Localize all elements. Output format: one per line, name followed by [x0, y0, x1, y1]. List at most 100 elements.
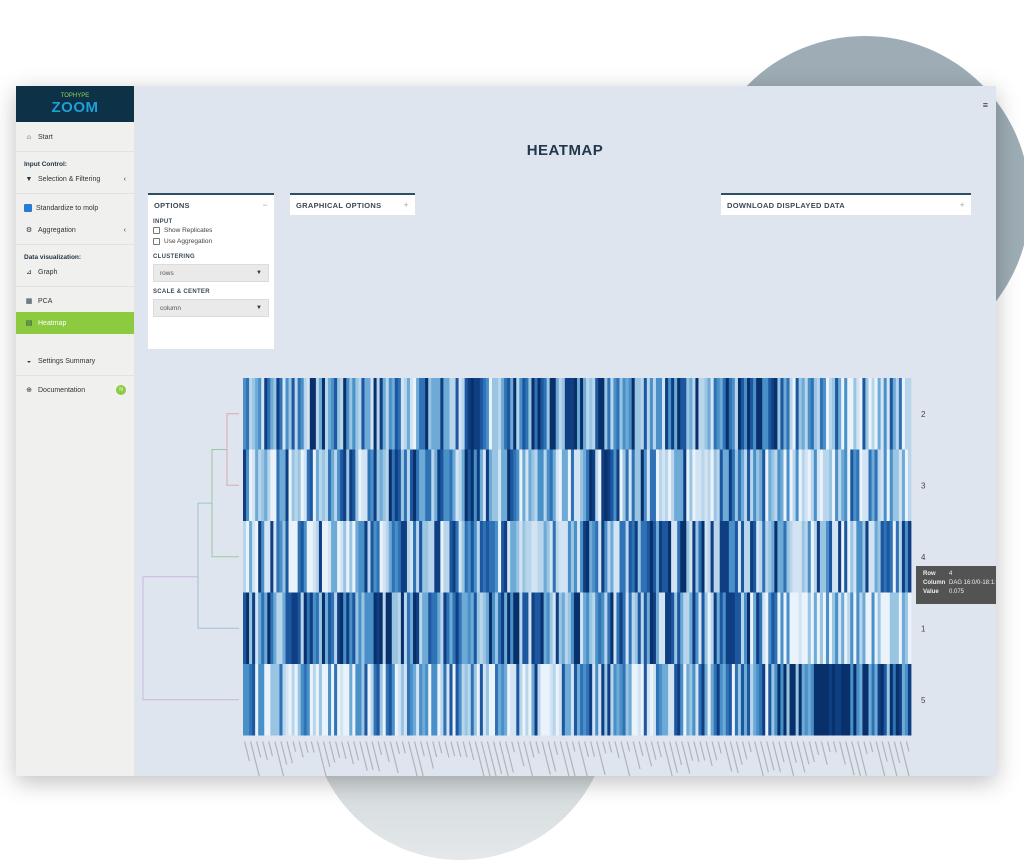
heatmap-cell[interactable]: [373, 521, 377, 593]
heatmap-cell[interactable]: [744, 664, 748, 736]
heatmap-cell[interactable]: [686, 378, 690, 450]
heatmap-cell[interactable]: [695, 378, 699, 450]
heatmap-cell[interactable]: [279, 449, 283, 522]
heatmap-cell[interactable]: [564, 521, 569, 593]
heatmap-cell[interactable]: [328, 449, 332, 522]
heatmap-cell[interactable]: [825, 521, 830, 593]
heatmap-cell[interactable]: [446, 449, 450, 522]
heatmap-cell[interactable]: [270, 592, 274, 665]
heatmap-cell[interactable]: [531, 664, 535, 736]
heatmap-cell[interactable]: [546, 592, 551, 665]
heatmap-cell[interactable]: [397, 378, 402, 450]
heatmap-cell[interactable]: [476, 449, 481, 522]
heatmap-cell[interactable]: [279, 664, 283, 736]
heatmap-cell[interactable]: [816, 664, 821, 736]
heatmap-cell[interactable]: [309, 664, 314, 736]
heatmap-cell[interactable]: [832, 521, 836, 593]
heatmap-cell[interactable]: [829, 449, 833, 522]
heatmap-cell[interactable]: [710, 449, 715, 522]
heatmap-cell[interactable]: [501, 521, 505, 593]
heatmap-cell[interactable]: [303, 664, 308, 736]
heatmap-cell[interactable]: [537, 378, 541, 450]
heatmap-cell[interactable]: [361, 664, 365, 736]
heatmap-cell[interactable]: [349, 521, 353, 593]
heatmap-cell[interactable]: [337, 664, 341, 736]
heatmap-cell[interactable]: [740, 521, 745, 593]
heatmap-cell[interactable]: [340, 664, 344, 736]
heatmap-cell[interactable]: [783, 378, 787, 450]
heatmap-cell[interactable]: [419, 592, 423, 665]
heatmap-cell[interactable]: [853, 449, 857, 522]
heatmap-cell[interactable]: [261, 521, 265, 593]
heatmap-cell[interactable]: [747, 664, 751, 736]
heatmap-cell[interactable]: [567, 449, 572, 522]
heatmap-cell[interactable]: [731, 521, 736, 593]
heatmap-cell[interactable]: [510, 592, 514, 665]
heatmap-cell[interactable]: [252, 449, 256, 522]
heatmap-cell[interactable]: [580, 378, 584, 450]
heatmap-cell[interactable]: [410, 521, 414, 593]
heatmap-cell[interactable]: [622, 449, 626, 522]
heatmap-cell[interactable]: [716, 664, 721, 736]
heatmap-cell[interactable]: [747, 592, 751, 665]
heatmap-cell[interactable]: [904, 664, 909, 736]
heatmap-cell[interactable]: [904, 378, 909, 450]
heatmap-cell[interactable]: [443, 664, 447, 736]
heatmap-cell[interactable]: [762, 449, 766, 522]
heatmap-cell[interactable]: [561, 449, 566, 522]
heatmap-cell[interactable]: [246, 664, 250, 736]
heatmap-cell[interactable]: [364, 378, 368, 450]
heatmap-cell[interactable]: [425, 378, 429, 450]
heatmap-cell[interactable]: [862, 378, 866, 450]
heatmap-cell[interactable]: [829, 664, 833, 736]
heatmap-cell[interactable]: [604, 449, 608, 522]
heatmap-cell[interactable]: [382, 592, 387, 665]
heatmap-cell[interactable]: [889, 664, 894, 736]
heatmap-cell[interactable]: [458, 449, 463, 522]
heatmap-cell[interactable]: [467, 521, 472, 593]
heatmap-cell[interactable]: [819, 378, 824, 450]
heatmap-chart[interactable]: 2 3 4 1 5: [134, 86, 996, 776]
heatmap-cell[interactable]: [258, 449, 262, 522]
heatmap-cell[interactable]: [616, 592, 620, 665]
heatmap-cell[interactable]: [367, 592, 371, 665]
heatmap-cell[interactable]: [340, 521, 344, 593]
heatmap-cell[interactable]: [558, 378, 563, 450]
heatmap-cell[interactable]: [434, 664, 438, 736]
heatmap-cell[interactable]: [880, 664, 885, 736]
heatmap-cell[interactable]: [470, 378, 475, 450]
heatmap-cell[interactable]: [889, 592, 894, 665]
heatmap-cell[interactable]: [677, 521, 681, 593]
heatmap-cell[interactable]: [400, 521, 405, 593]
heatmap-cell[interactable]: [583, 664, 587, 736]
heatmap-cell[interactable]: [880, 592, 885, 665]
heatmap-cell[interactable]: [850, 592, 854, 665]
heatmap-cell[interactable]: [789, 378, 793, 450]
heatmap-cell[interactable]: [868, 378, 872, 450]
heatmap-cell[interactable]: [892, 378, 897, 450]
heatmap-cell[interactable]: [607, 592, 611, 665]
heatmap-cell[interactable]: [485, 378, 490, 450]
heatmap-cell[interactable]: [625, 378, 630, 450]
heatmap-cell[interactable]: [634, 592, 639, 665]
heatmap-cell[interactable]: [437, 378, 441, 450]
heatmap-cell[interactable]: [722, 664, 727, 736]
heatmap-cell[interactable]: [498, 664, 502, 736]
heatmap-cell[interactable]: [246, 521, 250, 593]
heatmap-cell[interactable]: [625, 449, 630, 522]
heatmap-cell[interactable]: [431, 664, 435, 736]
heatmap-cell[interactable]: [768, 521, 772, 593]
heatmap-cell[interactable]: [564, 378, 569, 450]
heatmap-cell[interactable]: [425, 592, 429, 665]
heatmap-cell[interactable]: [255, 521, 259, 593]
heatmap-cell[interactable]: [452, 592, 456, 665]
heatmap-cell[interactable]: [309, 449, 314, 522]
heatmap-cell[interactable]: [665, 592, 669, 665]
heatmap-cell[interactable]: [343, 378, 347, 450]
heatmap-cell[interactable]: [252, 378, 256, 450]
heatmap-cell[interactable]: [762, 378, 766, 450]
heatmap-cell[interactable]: [534, 664, 538, 736]
heatmap-cell[interactable]: [403, 378, 408, 450]
heatmap-cell[interactable]: [662, 521, 666, 593]
app-logo[interactable]: TOPHYPE ZOOM: [16, 86, 134, 122]
